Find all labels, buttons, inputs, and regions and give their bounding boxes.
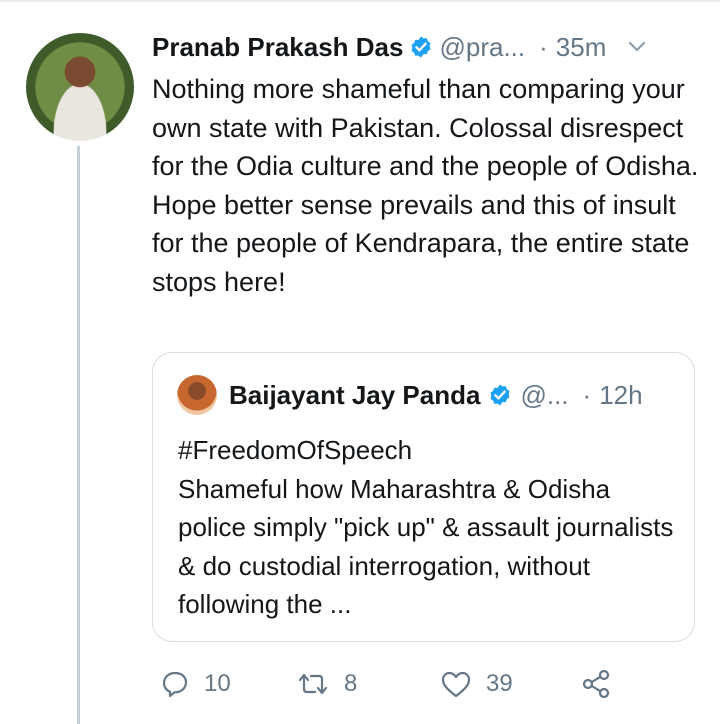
quoted-author-avatar[interactable] (177, 375, 217, 415)
retweet-count: 8 (344, 670, 358, 697)
author-handle[interactable]: @pra... (439, 32, 525, 63)
retweet-button[interactable]: 8 (296, 666, 357, 702)
reply-button[interactable]: 10 (160, 666, 231, 702)
author-avatar[interactable] (26, 33, 134, 141)
verified-badge-icon (411, 36, 431, 58)
quoted-author-handle[interactable]: @... (520, 380, 568, 411)
retweet-icon (298, 673, 328, 695)
like-count: 39 (486, 670, 513, 697)
chevron-down-icon[interactable] (628, 41, 646, 53)
share-icon (582, 669, 610, 699)
tweet-text: Nothing more shameful than comparing you… (152, 74, 699, 297)
tweet-time[interactable]: 35m (556, 32, 607, 63)
quoted-tweet-header: Baijayant Jay Panda @... · 12h (229, 377, 643, 413)
share-button[interactable] (580, 666, 612, 702)
quoted-tweet-time[interactable]: 12h (599, 380, 642, 411)
like-button[interactable]: 39 (440, 666, 513, 702)
quoted-tweet-text: #FreedomOfSpeech Shameful how Maharashtr… (178, 435, 674, 619)
verified-badge-icon (490, 384, 510, 406)
quoted-tweet-card[interactable]: Baijayant Jay Panda @... · 12h #FreedomO… (152, 352, 695, 642)
reply-count: 10 (204, 670, 231, 697)
like-icon (441, 671, 471, 698)
tweet-actions: 10 8 39 (160, 666, 640, 702)
top-divider (0, 0, 720, 2)
quoted-author-name[interactable]: Baijayant Jay Panda (229, 380, 480, 411)
separator-dot: · (539, 31, 548, 62)
reply-icon (162, 671, 188, 698)
tweet-header: Pranab Prakash Das @pra... · 35m (152, 30, 646, 64)
separator-dot: · (582, 379, 592, 410)
thread-line (77, 146, 80, 724)
author-name[interactable]: Pranab Prakash Das (152, 32, 403, 63)
